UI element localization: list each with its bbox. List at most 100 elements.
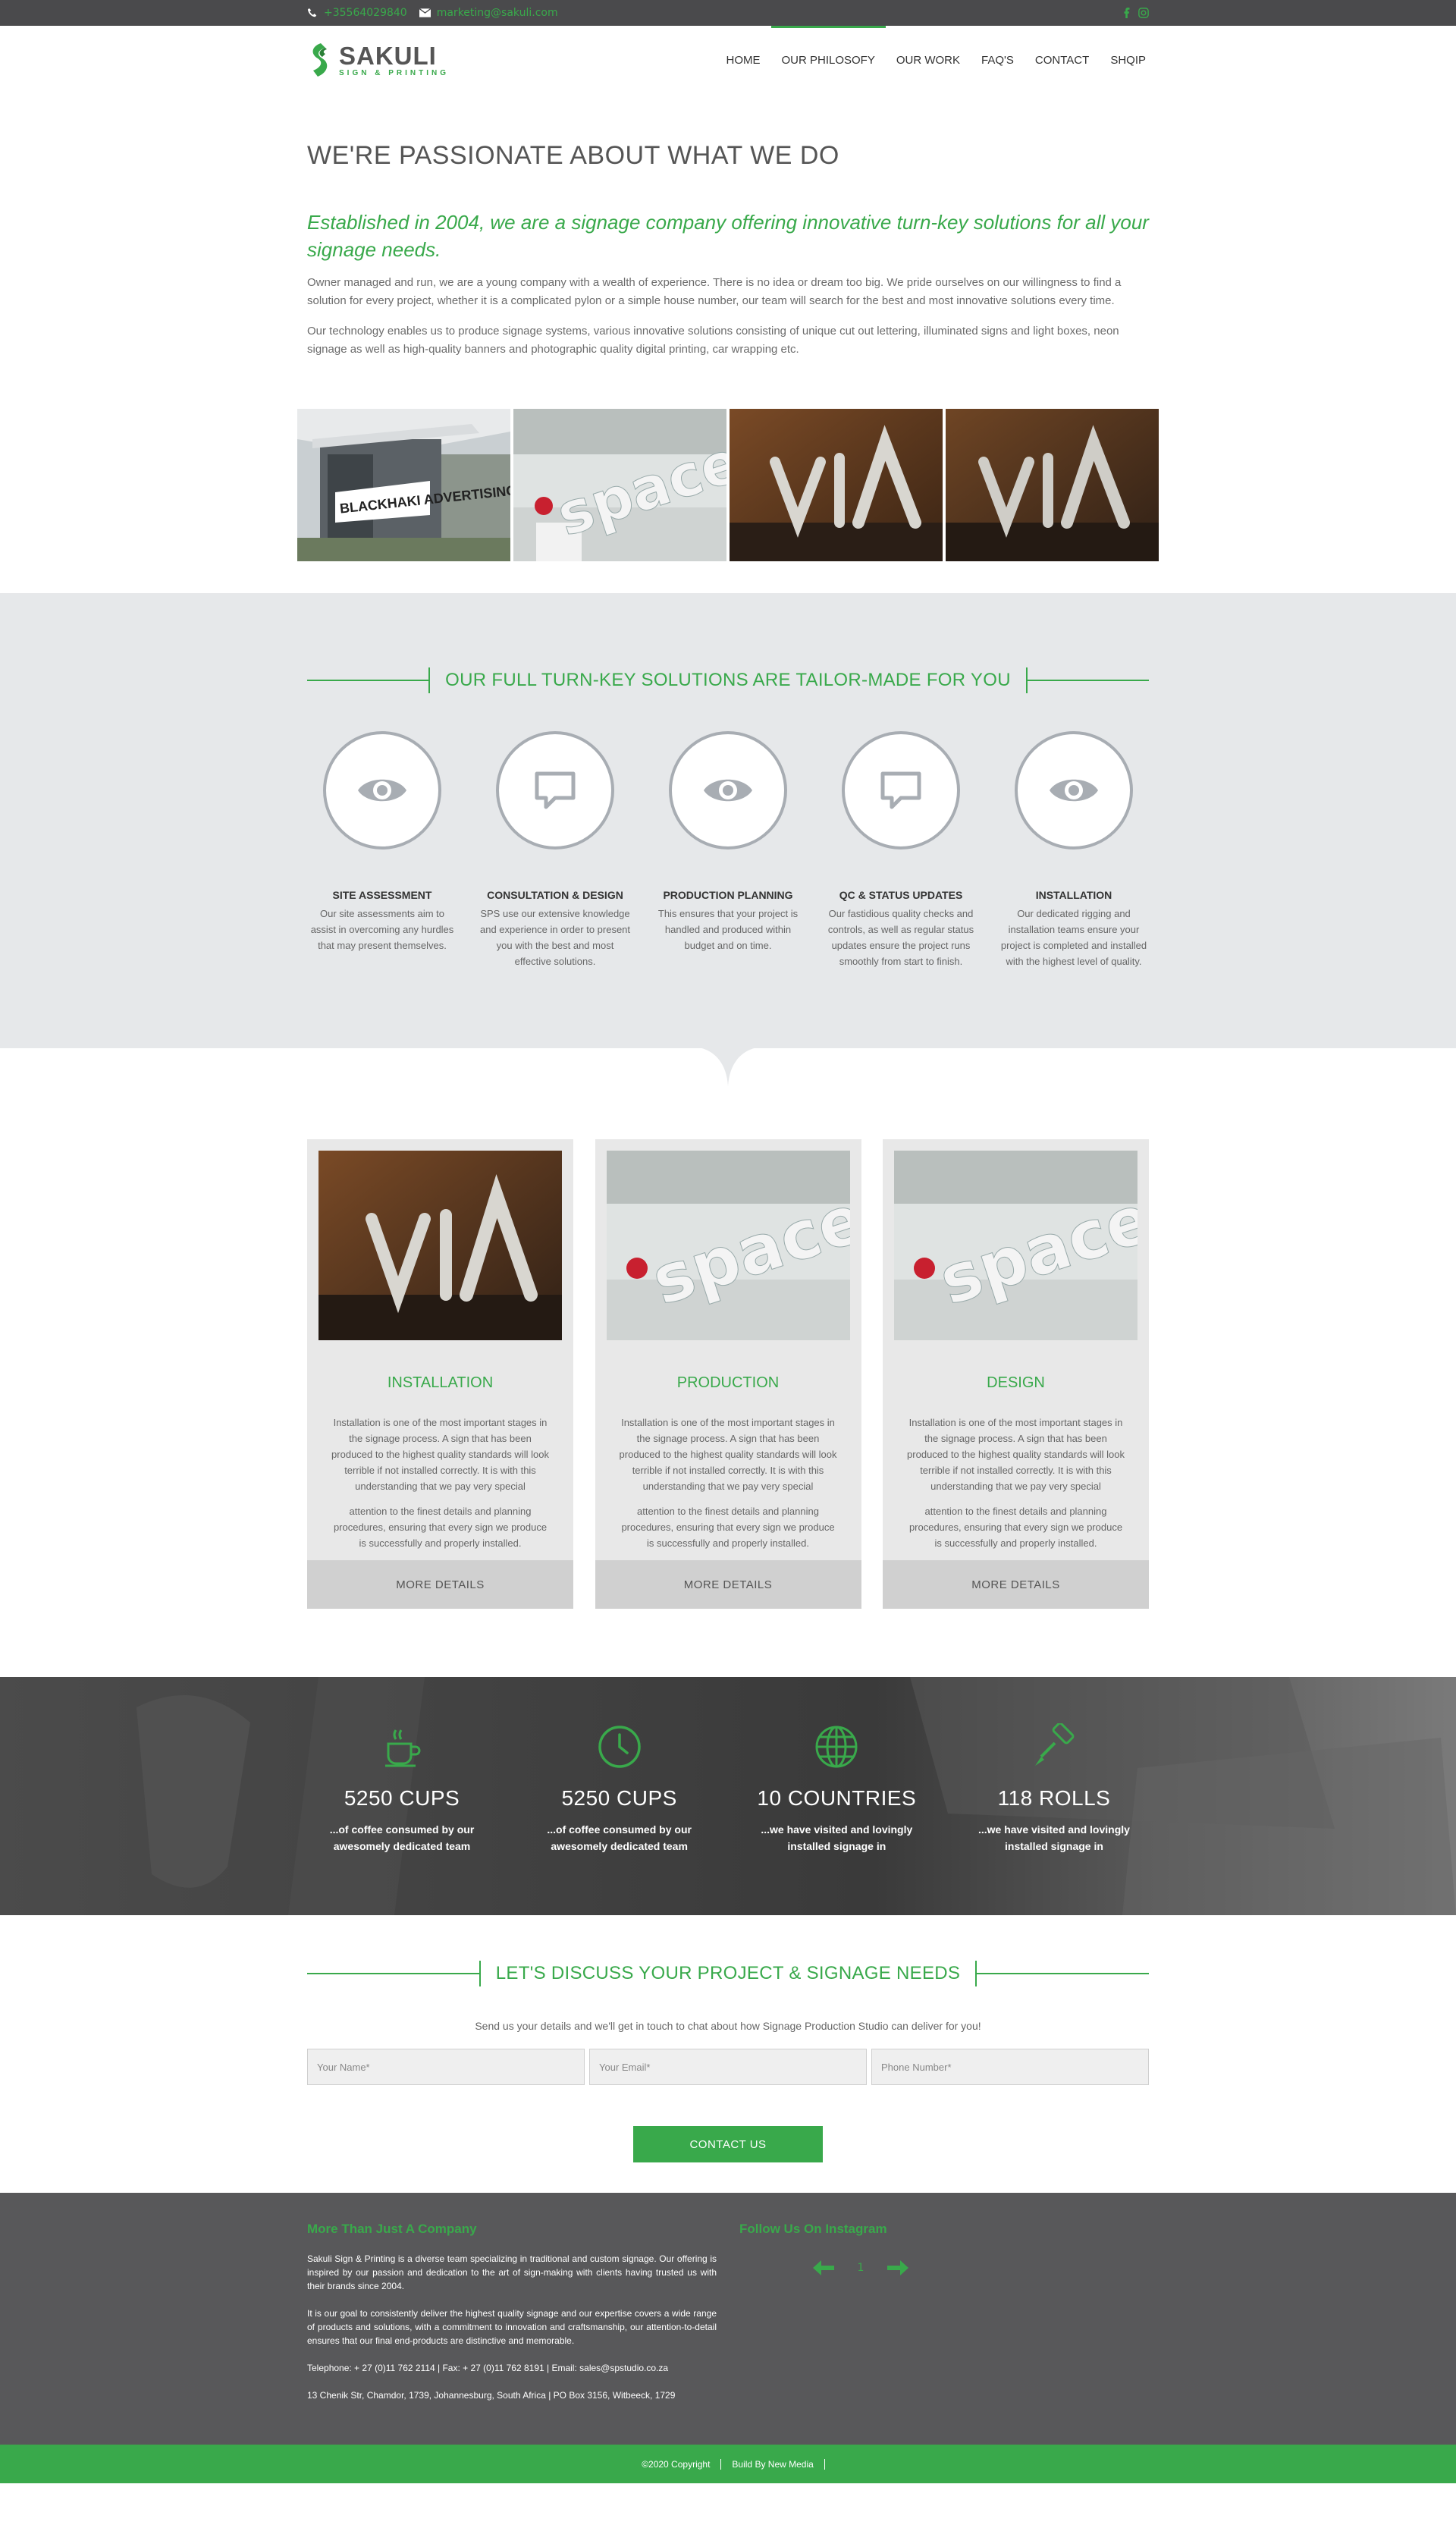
footer-contact-line: Telephone: + 27 (0)11 762 2114 | Fax: + …: [307, 2363, 669, 2373]
stat-description: ...of coffee consumed by our awesomely d…: [547, 1823, 692, 1852]
contact-form: [307, 2049, 1149, 2085]
stat-coffee: 5250 CUPS ...of coffee consumed by our a…: [303, 1723, 500, 1854]
stat-description: ...of coffee consumed by our awesomely d…: [329, 1823, 475, 1852]
stat-description: ...we have visited and lovingly installe…: [761, 1823, 913, 1852]
footer-about-text: It is our goal to consistently deliver t…: [307, 2308, 717, 2346]
envelope-icon: [419, 8, 431, 17]
service-title: QC & STATUS UPDATES: [839, 889, 963, 901]
intro-section: WE'RE PASSIONATE ABOUT WHAT WE DO Establ…: [0, 94, 1456, 401]
service-text: Our dedicated rigging and installation t…: [1000, 908, 1147, 967]
card-image[interactable]: spaces: [606, 1151, 850, 1340]
photo-gallery: BLACKHAKI ADVERTISING spaces: [0, 401, 1456, 561]
facebook-icon[interactable]: [1123, 8, 1131, 18]
phone-number: +35564029840: [324, 7, 407, 19]
gallery-image-spaces[interactable]: spaces: [513, 409, 726, 561]
service-text: Our site assessments aim to assist in ov…: [310, 908, 454, 951]
card-image[interactable]: [318, 1151, 562, 1340]
service-icon-circle[interactable]: [842, 731, 960, 850]
contact-subtitle: Send us your details and we'll get in to…: [475, 2020, 981, 2032]
logo[interactable]: SAKULI SIGN & PRINTING: [307, 42, 449, 78]
stat-rolls: 118 ROLLS ...we have visited and lovingl…: [956, 1723, 1153, 1854]
instagram-page-number: 1: [857, 2262, 864, 2274]
card-text: attention to the finest details and plan…: [908, 1506, 1123, 1549]
phone-link[interactable]: +35564029840: [307, 7, 407, 19]
arrow-right-icon[interactable]: [886, 2260, 909, 2276]
nav-contact[interactable]: CONTACT: [1025, 26, 1100, 94]
more-details-button[interactable]: MORE DETAILS: [595, 1560, 861, 1609]
stat-description: ...we have visited and lovingly installe…: [977, 1823, 1130, 1852]
card-title: INSTALLATION: [387, 1374, 494, 1391]
service-icon-circle[interactable]: [669, 731, 787, 850]
card-text: attention to the finest details and plan…: [621, 1506, 835, 1549]
section-heading: OUR FULL TURN-KEY SOLUTIONS ARE TAILOR-M…: [0, 667, 1456, 693]
eye-icon: [704, 779, 752, 802]
card-text: Installation is one of the most importan…: [619, 1417, 837, 1492]
card-image[interactable]: spaces: [894, 1151, 1138, 1340]
clock-icon: [598, 1726, 641, 1768]
service-title: SITE ASSESSMENT: [332, 889, 432, 901]
solutions-section: OUR FULL TURN-KEY SOLUTIONS ARE TAILOR-M…: [0, 593, 1456, 1086]
service-title: INSTALLATION: [1035, 889, 1112, 901]
service-icon-circle[interactable]: [323, 731, 441, 850]
intro-paragraph: Our technology enables us to produce sig…: [307, 325, 1119, 356]
eye-icon: [358, 779, 406, 802]
nav-shqip[interactable]: SHQIP: [1100, 26, 1156, 94]
service-text: This ensures that your project is handle…: [657, 908, 799, 951]
service-installation: INSTALLATION Our dedicated rigging and i…: [999, 731, 1149, 969]
stat-value: 5250 CUPS: [561, 1786, 677, 1810]
nav-home[interactable]: HOME: [716, 26, 771, 94]
email-address: marketing@sakuli.com: [436, 7, 558, 19]
page-title: WE'RE PASSIONATE ABOUT WHAT WE DO: [307, 141, 839, 170]
nav-faqs[interactable]: FAQ'S: [971, 26, 1025, 94]
arrow-left-icon[interactable]: [812, 2260, 835, 2276]
contact-section: LET'S DISCUSS YOUR PROJECT & SIGNAGE NEE…: [0, 1915, 1456, 2193]
stat-value: 5250 CUPS: [344, 1786, 460, 1810]
stat-value: 118 ROLLS: [997, 1786, 1111, 1810]
service-icon-circle[interactable]: [496, 731, 614, 850]
work-cards: INSTALLATION Installation is one of the …: [0, 1048, 1456, 1677]
copyright-bar: ©2020 Copyright Build By New Media: [0, 2445, 1456, 2483]
service-production-planning: PRODUCTION PLANNING This ensures that yo…: [653, 731, 803, 969]
service-icon-circle[interactable]: [1015, 731, 1133, 850]
card-text: Installation is one of the most importan…: [331, 1417, 549, 1492]
stat-clock: 5250 CUPS ...of coffee consumed by our a…: [521, 1723, 718, 1854]
builder-credit[interactable]: Build By New Media: [721, 2458, 825, 2470]
card-title: DESIGN: [987, 1374, 1045, 1391]
footer-instagram-title: Follow Us On Instagram: [739, 2222, 887, 2236]
gallery-image-blackhaki[interactable]: BLACKHAKI ADVERTISING: [297, 409, 510, 561]
more-details-button[interactable]: MORE DETAILS: [883, 1560, 1149, 1609]
service-site-assessment: SITE ASSESSMENT Our site assessments aim…: [307, 731, 457, 969]
card-production: spaces PRODUCTION Installation is one of…: [595, 1139, 861, 1609]
email-link[interactable]: marketing@sakuli.com: [419, 7, 558, 19]
stats-section: 5250 CUPS ...of coffee consumed by our a…: [0, 1677, 1456, 1915]
service-title: CONSULTATION & DESIGN: [487, 889, 623, 901]
top-bar: +35564029840 marketing@sakuli.com: [0, 0, 1456, 26]
card-installation: INSTALLATION Installation is one of the …: [307, 1139, 573, 1609]
gallery-image-via[interactable]: [946, 409, 1159, 561]
instagram-icon[interactable]: [1138, 8, 1149, 18]
stat-value: 10 COUNTRIES: [757, 1786, 917, 1810]
more-details-button[interactable]: MORE DETAILS: [307, 1560, 573, 1609]
globe-icon: [815, 1726, 858, 1768]
service-text: Our fastidious quality checks and contro…: [827, 908, 974, 967]
name-field[interactable]: [307, 2049, 585, 2085]
nav-our-work[interactable]: OUR WORK: [886, 26, 971, 94]
social-links: [1123, 8, 1149, 18]
service-text: SPS use our extensive knowledge and expe…: [480, 908, 631, 967]
main-nav: HOME OUR PHILOSOFY OUR WORK FAQ'S CONTAC…: [716, 26, 1157, 94]
nav-our-philosofy[interactable]: OUR PHILOSOFY: [770, 26, 886, 94]
eye-icon: [1050, 779, 1098, 802]
logo-mark-icon: [312, 43, 328, 77]
gallery-image-via[interactable]: [730, 409, 943, 561]
service-title: PRODUCTION PLANNING: [663, 889, 793, 901]
email-field[interactable]: [589, 2049, 867, 2085]
intro-lead: Established in 2004, we are a signage co…: [307, 211, 1149, 261]
card-title: PRODUCTION: [676, 1374, 780, 1391]
logo-tagline: SIGN & PRINTING: [339, 68, 450, 77]
phone-field[interactable]: [871, 2049, 1149, 2085]
phone-icon: [307, 8, 317, 17]
card-text: attention to the finest details and plan…: [333, 1506, 548, 1549]
card-design: spaces DESIGN Installation is one of the…: [883, 1139, 1149, 1609]
paint-roller-icon: [1034, 1723, 1075, 1766]
contact-us-button[interactable]: CONTACT US: [633, 2126, 823, 2162]
